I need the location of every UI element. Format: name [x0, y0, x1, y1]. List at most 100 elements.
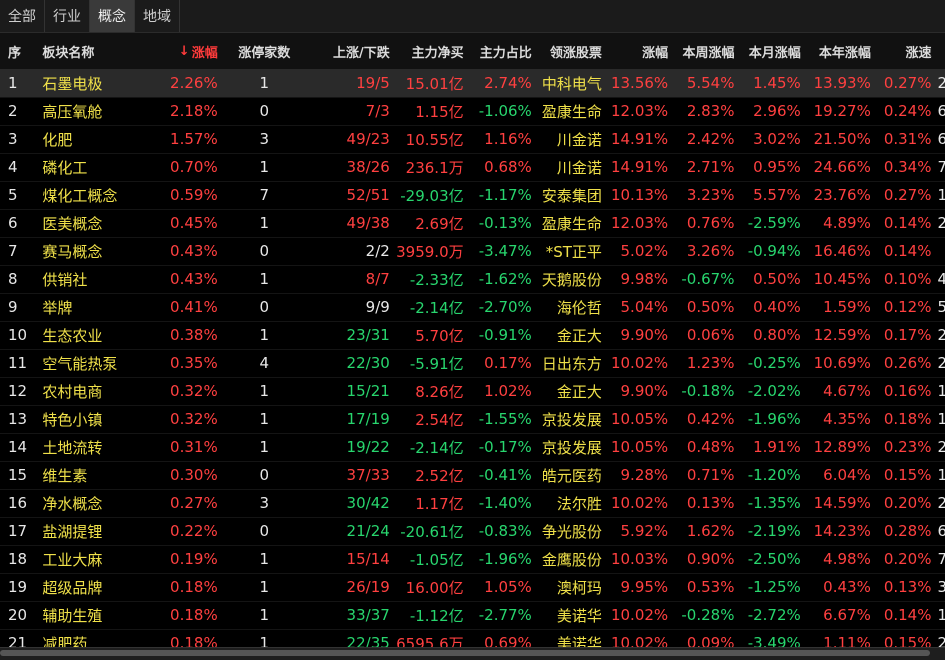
- col-main-net-buy[interactable]: 主力净买: [394, 33, 468, 69]
- main-net-buy: 5.70亿: [415, 326, 464, 345]
- sector-name: 磷化工: [42, 158, 88, 177]
- table-row[interactable]: 9 举牌 0.41% 0 9/9 -2.14亿 -2.70% 海伦哲 5.04% 0.50% 0.4…: [0, 293, 945, 322]
- row-index: 12: [8, 382, 28, 400]
- main-ratio: 0.69%: [484, 634, 532, 647]
- col-index[interactable]: 序: [0, 33, 38, 69]
- limit-up-count: 1: [259, 410, 270, 428]
- main-ratio: -0.17%: [478, 438, 532, 456]
- speed: 0.24%: [883, 102, 932, 120]
- tab-region[interactable]: 地域: [135, 0, 180, 32]
- speed: 0.20%: [883, 550, 932, 568]
- col-main-ratio[interactable]: 主力占比: [468, 33, 536, 69]
- sector-name: 供销社: [42, 270, 88, 289]
- week-change: 0.48%: [686, 438, 735, 456]
- down-count: 19: [370, 410, 390, 428]
- table-row[interactable]: 16 净水概念 0.27% 3 30/42 1.17亿 -1.40% 法尔胜 10.02% 0.1…: [0, 489, 945, 518]
- sector-name: 农村电商: [42, 382, 103, 401]
- table-row[interactable]: 7 赛马概念 0.43% 0 2/2 3959.0万 -3.47% *ST正平 5.02% 3.2…: [0, 237, 945, 266]
- col-up-down[interactable]: 上涨/下跌: [307, 33, 394, 69]
- table-row[interactable]: 2 高压氧舱 2.18% 0 7/3 1.15亿 -1.06% 盈康生命 12.03% 2.83%…: [0, 97, 945, 126]
- tab-all[interactable]: 全部: [0, 0, 45, 32]
- leading-gain: 5.04%: [620, 298, 669, 316]
- table-row[interactable]: 15 维生素 0.30% 0 37/33 2.52亿 -0.41% 皓元医药 9.28% 0.71…: [0, 461, 945, 490]
- week-change: -0.28%: [681, 606, 735, 624]
- month-change: -2.02%: [747, 382, 801, 400]
- limit-up-count: 1: [259, 634, 270, 647]
- table-row[interactable]: 18 工业大麻 0.19% 1 15/14 -1.05亿 -1.96% 金鹰股份 10.03% 0…: [0, 545, 945, 574]
- leading-gain: 13.56%: [610, 74, 669, 92]
- month-change: 0.50%: [753, 270, 801, 288]
- table-row[interactable]: 19 超级品牌 0.18% 1 26/19 16.00亿 1.05% 澳柯玛 9.95% 0.53…: [0, 573, 945, 602]
- row-index: 17: [8, 522, 28, 540]
- col-leading-stock[interactable]: 领涨股票: [536, 33, 606, 69]
- tab-industry[interactable]: 行业: [45, 0, 90, 32]
- leading-gain: 9.98%: [620, 270, 669, 288]
- col-sector-name[interactable]: 板块名称: [38, 33, 134, 69]
- col-month-change[interactable]: 本月涨幅: [738, 33, 804, 69]
- main-net-buy: -1.12亿: [409, 606, 464, 625]
- main-ratio: -2.70%: [478, 298, 532, 316]
- tab-concept[interactable]: 概念: [90, 0, 135, 32]
- up-down: 52/51: [307, 181, 394, 209]
- change-pct: 0.38%: [170, 326, 218, 344]
- table-row[interactable]: 21 减肥药 0.18% 1 22/35 6595.6万 0.69% 美诺华 10.02% 0.0…: [0, 629, 945, 647]
- col-extra: [935, 33, 945, 69]
- extra-value: 21: [937, 634, 945, 647]
- table-row[interactable]: 12 农村电商 0.32% 1 15/21 8.26亿 1.02% 金正大 9.90% -0.18…: [0, 377, 945, 406]
- table-row[interactable]: 13 特色小镇 0.32% 1 17/19 2.54亿 -1.55% 京投发展 10.05% 0.…: [0, 405, 945, 434]
- sector-name: 医美概念: [42, 214, 103, 233]
- col-week-change[interactable]: 本周涨幅: [672, 33, 738, 69]
- month-change: 2.96%: [753, 102, 801, 120]
- col-change-pct[interactable]: ↓ 涨幅: [135, 33, 222, 69]
- table-row[interactable]: 4 磷化工 0.70% 1 38/26 236.1万 0.68% 川金诺 14.91% 2.71%…: [0, 153, 945, 182]
- week-change: 0.76%: [686, 214, 735, 232]
- sector-name: 赛马概念: [42, 242, 103, 261]
- table-row[interactable]: 6 医美概念 0.45% 1 49/38 2.69亿 -0.13% 盈康生命 12.03% 0.7…: [0, 209, 945, 238]
- main-ratio: 0.17%: [484, 354, 532, 372]
- table-row[interactable]: 20 辅助生殖 0.18% 1 33/37 -1.12亿 -2.77% 美诺华 10.02% -0…: [0, 601, 945, 630]
- month-change: 0.80%: [753, 326, 801, 344]
- leading-gain: 10.02%: [610, 494, 669, 512]
- horizontal-scrollbar[interactable]: [0, 647, 945, 660]
- up-count: 17: [346, 410, 366, 428]
- extra-value: 26: [937, 354, 945, 372]
- up-down: 21/24: [307, 517, 394, 545]
- down-count: 30: [370, 354, 390, 372]
- table-row[interactable]: 14 土地流转 0.31% 1 19/22 -2.14亿 -0.17% 京投发展 10.05% 0…: [0, 433, 945, 462]
- table-row[interactable]: 5 煤化工概念 0.59% 7 52/51 -29.03亿 -1.17% 安泰集团 10.13%…: [0, 181, 945, 210]
- week-change: 3.23%: [686, 186, 735, 204]
- row-index: 4: [8, 158, 18, 176]
- table-row[interactable]: 8 供销社 0.43% 1 8/7 -2.33亿 -1.62% 天鹅股份 9.98% -0.67%…: [0, 265, 945, 294]
- scrollbar-thumb[interactable]: [0, 650, 930, 656]
- up-down: 7/3: [307, 97, 394, 125]
- speed: 0.17%: [883, 326, 932, 344]
- col-leading-gain[interactable]: 涨幅: [606, 33, 672, 69]
- week-change: 3.26%: [686, 242, 735, 260]
- sector-name: 煤化工概念: [42, 186, 118, 205]
- leading-stock: 金鹰股份: [541, 550, 602, 569]
- speed: 0.28%: [883, 522, 932, 540]
- main-ratio: -1.17%: [478, 186, 532, 204]
- month-change: 3.02%: [753, 130, 801, 148]
- extra-value: 74: [937, 158, 945, 176]
- leading-stock: *ST正平: [545, 242, 602, 261]
- main-net-buy: 2.69亿: [415, 214, 464, 233]
- main-net-buy: 236.1万: [405, 158, 464, 177]
- table-row[interactable]: 3 化肥 1.57% 3 49/23 10.55亿 1.16% 川金诺 14.91% 2.42% 3…: [0, 125, 945, 154]
- table-row[interactable]: 10 生态农业 0.38% 1 23/31 5.70亿 -0.91% 金正大 9.90% 0.06…: [0, 321, 945, 350]
- year-change: 12.59%: [813, 326, 871, 344]
- up-count: 21: [346, 522, 366, 540]
- col-year-change[interactable]: 本年涨幅: [805, 33, 875, 69]
- month-change: -2.72%: [747, 606, 801, 624]
- week-change: -0.67%: [681, 270, 735, 288]
- table-row[interactable]: 17 盐湖提锂 0.22% 0 21/24 -20.61亿 -0.83% 争光股份 5.92% 1…: [0, 517, 945, 546]
- col-limit-up-count[interactable]: 涨停家数: [222, 33, 307, 69]
- table-row[interactable]: 1 石墨电极 2.26% 1 19/5 15.01亿 2.74% 中科电气 13.56% 5.54…: [0, 69, 945, 98]
- table-row[interactable]: 11 空气能热泵 0.35% 4 22/30 -5.91亿 0.17% 日出东方 10.02% 1…: [0, 349, 945, 378]
- leading-stock: 海伦哲: [556, 298, 602, 317]
- up-count: 7: [365, 102, 376, 120]
- col-speed[interactable]: 涨速: [875, 33, 936, 69]
- leading-stock: 金正大: [556, 326, 602, 345]
- month-change: 0.40%: [753, 298, 801, 316]
- year-change: 4.98%: [823, 550, 871, 568]
